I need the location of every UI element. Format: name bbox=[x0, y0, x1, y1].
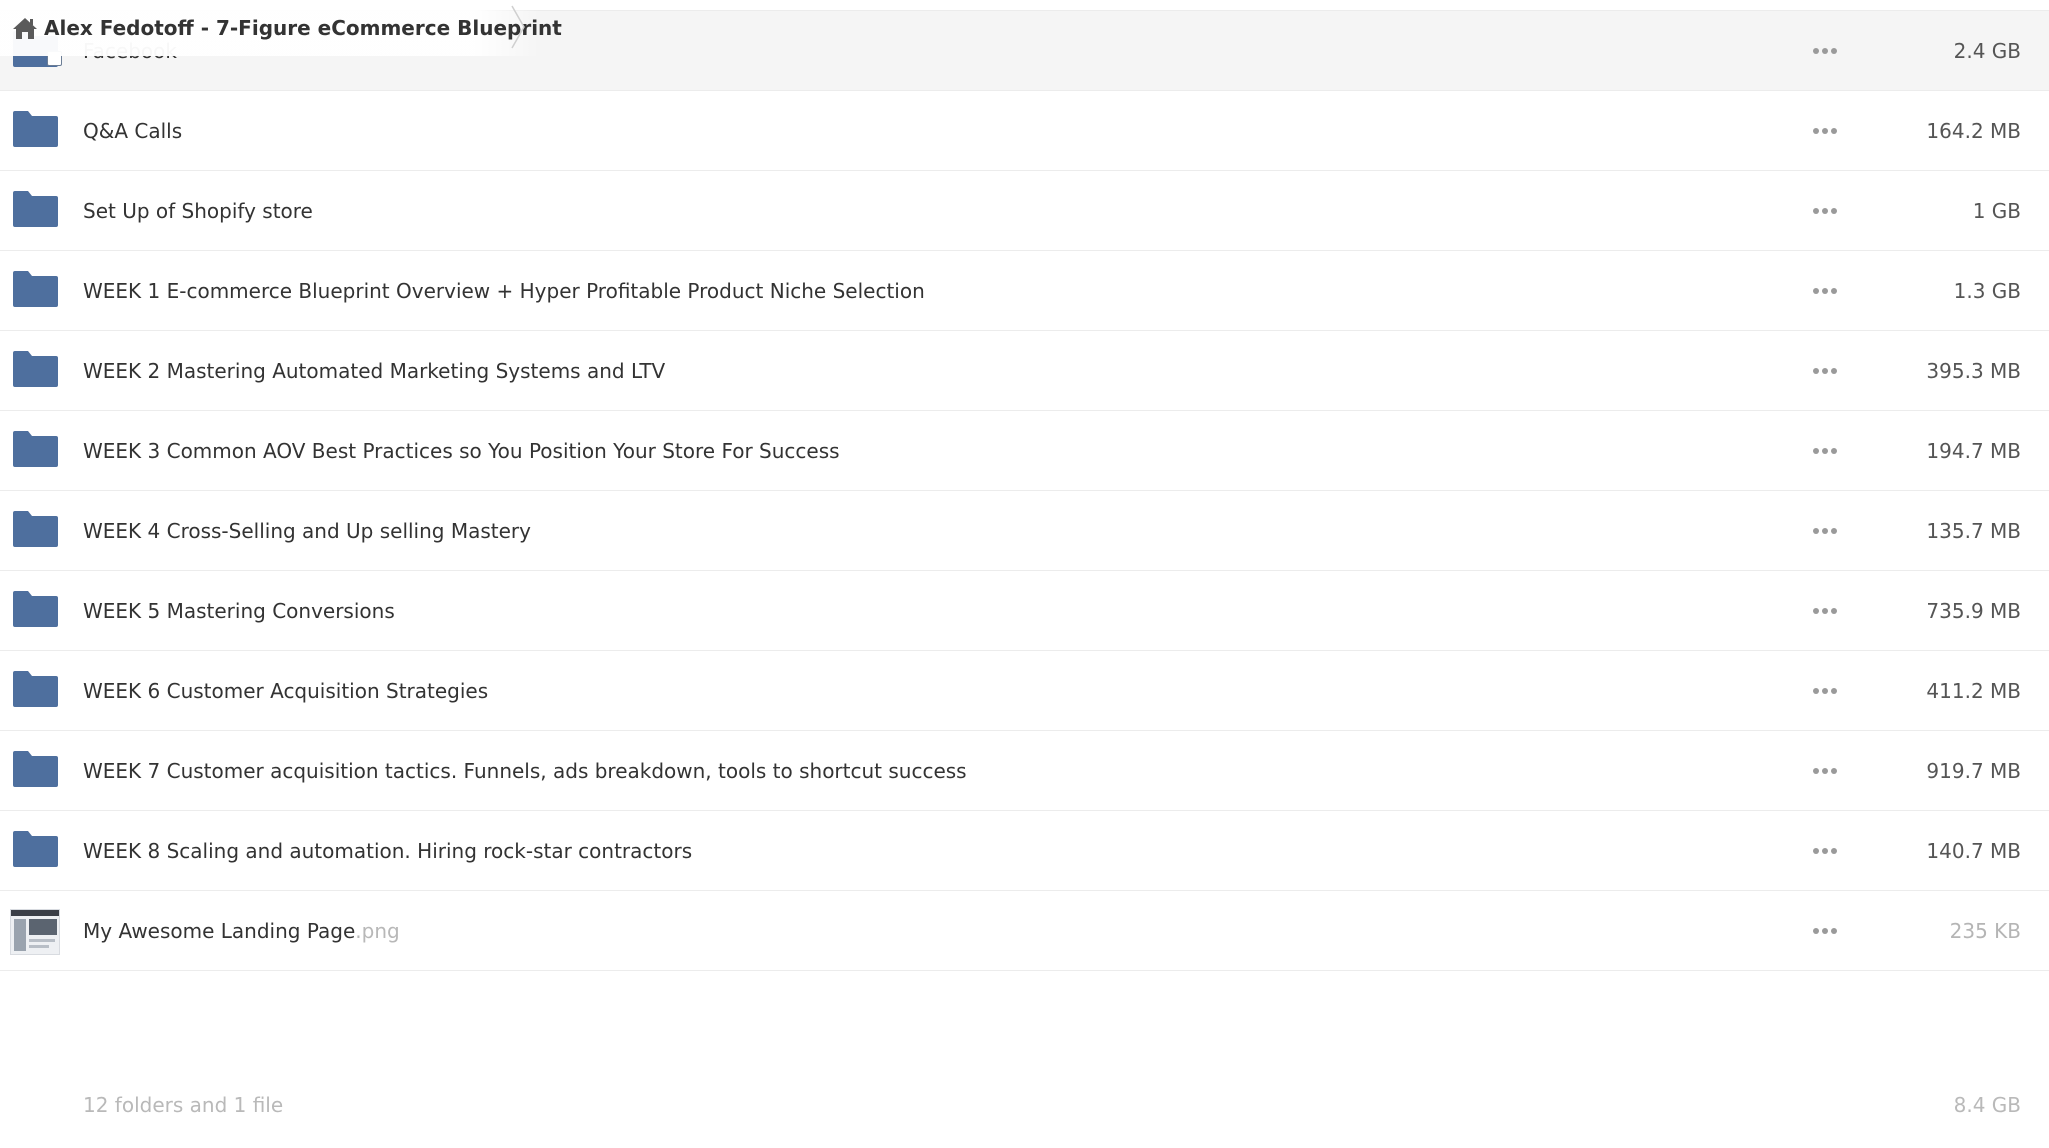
folder-row[interactable]: WEEK 4 Cross-Selling and Up selling Mast… bbox=[0, 491, 2049, 571]
folder-icon bbox=[13, 591, 58, 627]
item-name-text: WEEK 7 Customer acquisition tactics. Fun… bbox=[83, 759, 967, 783]
item-size: 735.9 MB bbox=[1926, 599, 2021, 623]
more-options-icon[interactable] bbox=[1810, 357, 1840, 385]
folder-row[interactable]: WEEK 6 Customer Acquisition Strategies 41… bbox=[0, 651, 2049, 731]
item-size: 919.7 MB bbox=[1926, 759, 2021, 783]
item-size: 395.3 MB bbox=[1926, 359, 2021, 383]
folder-icon bbox=[13, 431, 58, 467]
item-name[interactable]: WEEK 5 Mastering Conversions bbox=[83, 571, 395, 651]
summary-total-size: 8.4 GB bbox=[1953, 1093, 2021, 1117]
folder-row[interactable]: WEEK 8 Scaling and automation. Hiring ro… bbox=[0, 811, 2049, 891]
folder-row[interactable]: WEEK 7 Customer acquisition tactics. Fun… bbox=[0, 731, 2049, 811]
item-size: 135.7 MB bbox=[1926, 519, 2021, 543]
item-name-text: WEEK 1 E-commerce Blueprint Overview + H… bbox=[83, 279, 925, 303]
item-name[interactable]: Q&A Calls bbox=[83, 91, 182, 171]
folder-icon bbox=[13, 351, 58, 387]
folder-icon bbox=[13, 511, 58, 547]
more-options-icon[interactable] bbox=[1810, 117, 1840, 145]
item-name-text: WEEK 2 Mastering Automated Marketing Sys… bbox=[83, 359, 666, 383]
item-name[interactable]: WEEK 6 Customer Acquisition Strategies bbox=[83, 651, 488, 731]
folder-row[interactable]: WEEK 3 Common AOV Best Practices so You … bbox=[0, 411, 2049, 491]
chevron-right-icon bbox=[508, 4, 528, 50]
file-row[interactable]: My Awesome Landing Page.png 235 KB bbox=[0, 891, 2049, 971]
more-options-icon[interactable] bbox=[1810, 677, 1840, 705]
more-options-icon[interactable] bbox=[1810, 37, 1840, 65]
item-extension: .png bbox=[355, 919, 400, 943]
folder-row[interactable]: WEEK 5 Mastering Conversions 735.9 MB bbox=[0, 571, 2049, 651]
more-options-icon[interactable] bbox=[1810, 917, 1840, 945]
item-name[interactable]: WEEK 4 Cross-Selling and Up selling Mast… bbox=[83, 491, 531, 571]
item-name-text: WEEK 5 Mastering Conversions bbox=[83, 599, 395, 623]
item-name-text: WEEK 6 Customer Acquisition Strategies bbox=[83, 679, 489, 703]
item-size: 2.4 GB bbox=[1953, 39, 2021, 63]
item-size: 235 KB bbox=[1949, 919, 2021, 943]
image-thumbnail-icon bbox=[10, 909, 60, 955]
folder-icon bbox=[13, 751, 58, 787]
item-size: 411.2 MB bbox=[1926, 679, 2021, 703]
item-name-text: WEEK 4 Cross-Selling and Up selling Mast… bbox=[83, 519, 531, 543]
more-options-icon[interactable] bbox=[1810, 277, 1840, 305]
more-options-icon[interactable] bbox=[1810, 197, 1840, 225]
item-size: 164.2 MB bbox=[1926, 119, 2021, 143]
breadcrumb: Alex Fedotoff - 7-Figure eCommerce Bluep… bbox=[0, 0, 562, 56]
item-size: 1 GB bbox=[1972, 199, 2021, 223]
item-name[interactable]: WEEK 8 Scaling and automation. Hiring ro… bbox=[83, 811, 692, 891]
item-name[interactable]: WEEK 7 Customer acquisition tactics. Fun… bbox=[83, 731, 967, 811]
item-name[interactable]: Set Up of Shopify store bbox=[83, 171, 313, 251]
item-size: 140.7 MB bbox=[1926, 839, 2021, 863]
summary-row: 12 folders and 1 file 8.4 GB bbox=[0, 1062, 2049, 1122]
folder-icon bbox=[13, 671, 58, 707]
folder-row[interactable]: WEEK 1 E-commerce Blueprint Overview + H… bbox=[0, 251, 2049, 331]
home-icon[interactable] bbox=[12, 16, 38, 40]
folder-row[interactable]: WEEK 2 Mastering Automated Marketing Sys… bbox=[0, 331, 2049, 411]
item-name-text: Set Up of Shopify store bbox=[83, 199, 313, 223]
more-options-icon[interactable] bbox=[1810, 837, 1840, 865]
summary-count: 12 folders and 1 file bbox=[83, 1093, 284, 1117]
breadcrumb-current-folder[interactable]: Alex Fedotoff - 7-Figure eCommerce Bluep… bbox=[44, 0, 562, 56]
item-size: 194.7 MB bbox=[1926, 439, 2021, 463]
folder-icon bbox=[13, 191, 58, 227]
more-options-icon[interactable] bbox=[1810, 517, 1840, 545]
folder-icon bbox=[13, 271, 58, 307]
item-name[interactable]: WEEK 1 E-commerce Blueprint Overview + H… bbox=[83, 251, 925, 331]
folder-row[interactable]: Q&A Calls 164.2 MB bbox=[0, 91, 2049, 171]
item-name-text: My Awesome Landing Page bbox=[83, 919, 356, 943]
item-name[interactable]: My Awesome Landing Page.png bbox=[83, 891, 400, 971]
folder-icon bbox=[13, 111, 58, 147]
folder-icon bbox=[13, 831, 58, 867]
folder-row[interactable]: Set Up of Shopify store 1 GB bbox=[0, 171, 2049, 251]
more-options-icon[interactable] bbox=[1810, 437, 1840, 465]
more-options-icon[interactable] bbox=[1810, 597, 1840, 625]
more-options-icon[interactable] bbox=[1810, 757, 1840, 785]
item-name-text: WEEK 8 Scaling and automation. Hiring ro… bbox=[83, 839, 693, 863]
item-size: 1.3 GB bbox=[1953, 279, 2021, 303]
item-size: 715.1 MB bbox=[1926, 0, 2021, 11]
item-name[interactable]: WEEK 3 Common AOV Best Practices so You … bbox=[83, 411, 840, 491]
item-name-text: WEEK 3 Common AOV Best Practices so You … bbox=[83, 439, 840, 463]
item-name[interactable]: WEEK 2 Mastering Automated Marketing Sys… bbox=[83, 331, 665, 411]
item-name-text: Q&A Calls bbox=[83, 119, 183, 143]
